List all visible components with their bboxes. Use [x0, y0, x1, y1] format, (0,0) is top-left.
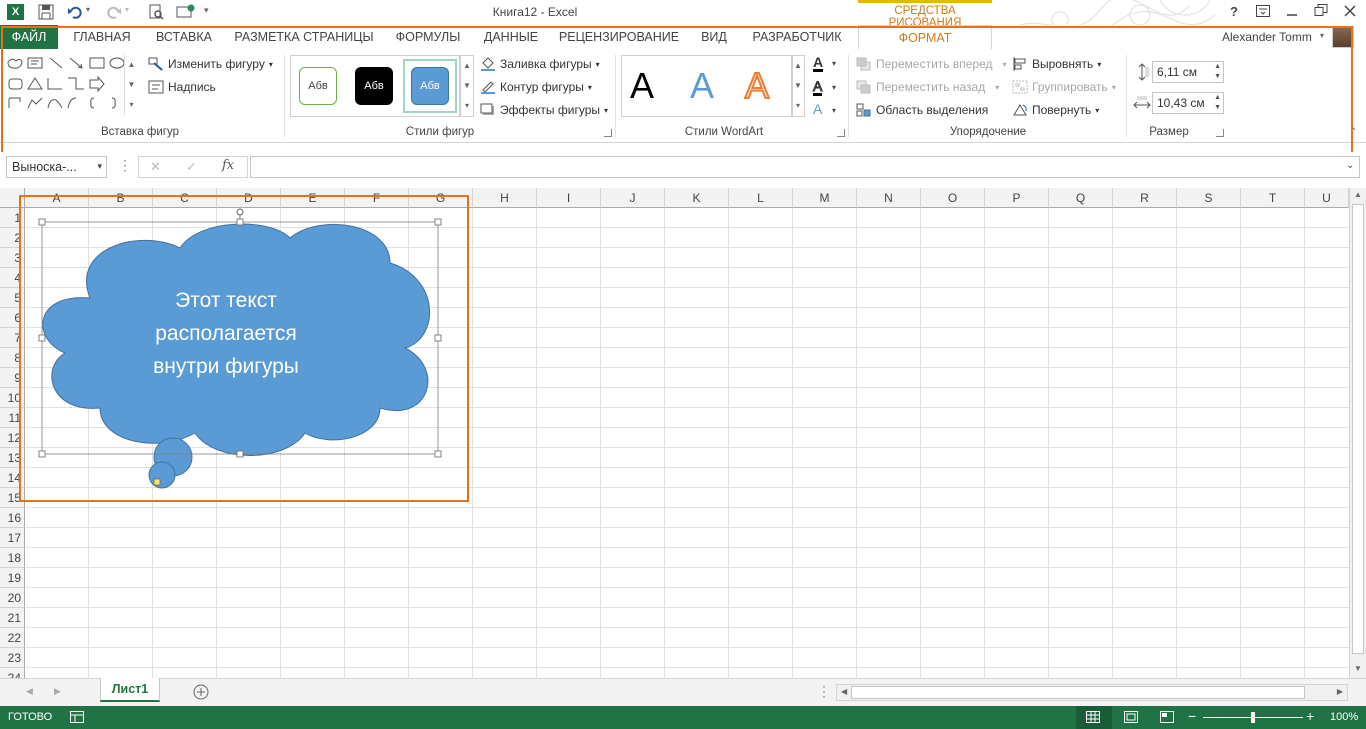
title-bar: X ▾ ▾ ▾ Книга12 - Excel СРЕДСТВА РИСОВАН…	[0, 0, 1366, 49]
sheetbar-grip-icon[interactable]: ⋮	[817, 684, 831, 698]
redo-icon[interactable]	[106, 4, 122, 20]
horizontal-scrollbar[interactable]: ◀ ▶	[836, 684, 1348, 701]
undo-dropdown-icon[interactable]: ▾	[86, 5, 90, 14]
name-box[interactable]: Выноска-... ▾	[6, 156, 107, 178]
scroll-right-icon[interactable]: ▶	[1337, 687, 1343, 696]
qat-more-icon[interactable]: ▾	[204, 5, 209, 16]
excel-logo-icon: X	[7, 4, 24, 20]
zoom-out-button[interactable]: −	[1188, 708, 1196, 724]
name-box-dropdown-icon[interactable]: ▾	[97, 161, 102, 172]
cancel-entry-button[interactable]: ✕	[150, 159, 161, 175]
add-sheet-icon[interactable]	[193, 684, 209, 700]
save-icon[interactable]	[38, 4, 54, 20]
scroll-left-icon[interactable]: ◀	[841, 687, 847, 696]
page-layout-view-icon[interactable]	[1124, 711, 1138, 723]
enter-entry-button[interactable]: ✓	[186, 159, 197, 175]
sheet-tabs-bar: ◀ ▶ Лист1 ⋮ ◀ ▶	[0, 678, 1366, 706]
ribbon-display-options-icon[interactable]	[1256, 5, 1270, 17]
shape-highlight-frame	[19, 195, 469, 502]
insert-function-button[interactable]: fx	[222, 158, 234, 173]
help-button[interactable]: ?	[1230, 4, 1238, 19]
formula-bar-grip-icon[interactable]: ⋮	[118, 158, 132, 172]
minimize-icon[interactable]	[1285, 5, 1299, 17]
redo-dropdown-icon[interactable]: ▾	[125, 5, 129, 14]
expand-formula-bar-icon[interactable]: ⌄	[1346, 160, 1354, 171]
vertical-scrollbar[interactable]: ▲ ▼	[1349, 188, 1366, 678]
formula-bar: Выноска-... ▾ ⋮ ✕ ✓ fx ⌄	[0, 152, 1366, 184]
sheet-next-icon[interactable]: ▶	[54, 686, 61, 697]
normal-view-icon[interactable]	[1086, 711, 1100, 723]
context-tab-accent	[858, 0, 992, 3]
print-preview-icon[interactable]	[148, 4, 164, 20]
page-break-view-icon[interactable]	[1160, 711, 1174, 723]
sheet-tab-active[interactable]: Лист1	[100, 678, 160, 702]
zoom-in-button[interactable]: +	[1306, 708, 1314, 724]
horizontal-scroll-thumb[interactable]	[851, 686, 1305, 699]
status-bar: ГОТОВО − + 100%	[0, 706, 1366, 729]
customize-icon[interactable]	[176, 4, 196, 20]
formula-input[interactable]	[250, 156, 1360, 178]
undo-icon[interactable]	[67, 4, 83, 20]
scroll-up-icon[interactable]: ▲	[1354, 190, 1362, 199]
name-box-value: Выноска-...	[12, 160, 77, 174]
ready-status: ГОТОВО	[8, 711, 53, 723]
window-title: Книга12 - Excel	[492, 5, 578, 19]
sheet-tab-label: Лист1	[111, 682, 149, 696]
scroll-down-icon[interactable]: ▼	[1354, 664, 1362, 673]
sheet-prev-icon[interactable]: ◀	[26, 686, 33, 697]
zoom-slider-thumb[interactable]	[1251, 712, 1255, 723]
macro-record-icon[interactable]	[70, 711, 84, 723]
restore-icon[interactable]	[1314, 4, 1328, 16]
zoom-level[interactable]: 100%	[1330, 711, 1358, 723]
ribbon-highlight-frame	[1, 26, 1353, 157]
vertical-scroll-thumb[interactable]	[1352, 204, 1364, 654]
close-icon[interactable]	[1343, 4, 1357, 18]
